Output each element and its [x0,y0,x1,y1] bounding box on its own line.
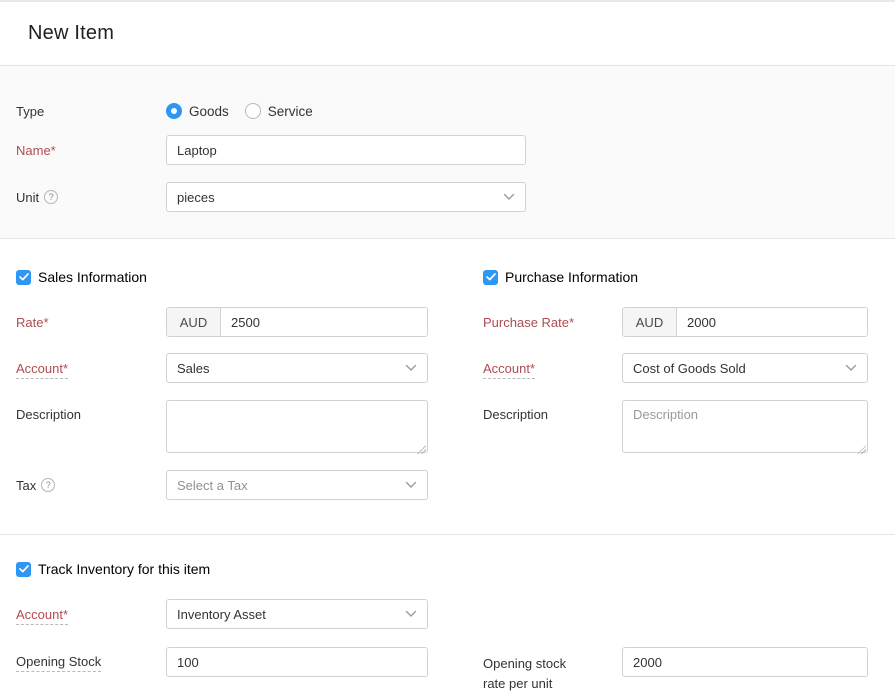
unit-label: Unit ? [16,190,166,205]
sales-rate-label: Rate* [16,315,166,330]
opening-stock-label: Opening Stock [16,647,166,669]
page-header: New Item [0,2,895,66]
page-title: New Item [28,22,114,45]
purchase-column: Purchase Information Purchase Rate* AUD … [483,267,868,534]
inventory-account-value: Inventory Asset [177,607,266,622]
opening-stock-rate-label: Opening stock rate per unit [483,647,622,694]
inventory-account-label: Account* [16,607,166,622]
sales-column: Sales Information Rate* AUD Account* Sal… [16,267,428,534]
purchase-account-value: Cost of Goods Sold [633,361,746,376]
sales-info-checkbox[interactable] [16,270,31,285]
tax-select[interactable]: Select a Tax [166,470,428,500]
chevron-down-icon [845,364,857,372]
radio-option-service[interactable]: Service [245,103,313,119]
unit-select-value: pieces [177,190,215,205]
purchase-account-label: Account* [483,361,622,376]
purchase-rate-label: Purchase Rate* [483,315,622,330]
sales-purchase-section: Sales Information Rate* AUD Account* Sal… [0,239,895,534]
sales-account-value: Sales [177,361,210,376]
purchase-description-label: Description [483,400,622,422]
unit-help-icon[interactable]: ? [44,190,58,204]
sales-account-select[interactable]: Sales [166,353,428,383]
purchase-info-checkbox[interactable] [483,270,498,285]
inventory-account-select[interactable]: Inventory Asset [166,599,428,629]
sales-currency-prefix: AUD [167,308,221,336]
chevron-down-icon [405,610,417,618]
sales-description-textarea[interactable] [166,400,428,453]
chevron-down-icon [503,193,515,201]
tax-select-placeholder: Select a Tax [177,478,248,493]
purchase-description-textarea[interactable] [622,400,868,453]
column-gap [428,267,483,534]
tax-help-icon[interactable]: ? [41,478,55,492]
track-inventory-title: Track Inventory for this item [38,561,210,577]
radio-goods-label: Goods [189,104,229,119]
sales-description-label: Description [16,400,166,422]
chevron-down-icon [405,364,417,372]
chevron-down-icon [405,481,417,489]
radio-option-goods[interactable]: Goods [166,103,229,119]
radio-unselected-icon[interactable] [245,103,261,119]
track-inventory-checkbox[interactable] [16,562,31,577]
sales-info-title: Sales Information [38,269,147,285]
opening-stock-rate-input[interactable] [622,647,868,677]
sales-account-label: Account* [16,361,166,376]
purchase-info-title: Purchase Information [505,269,638,285]
basic-info-section: Type Goods Service Name* Unit ? [0,66,895,239]
unit-select[interactable]: pieces [166,182,526,212]
resize-handle-icon[interactable] [417,445,426,454]
type-label: Type [16,104,166,119]
sales-rate-field: AUD [166,307,428,337]
radio-selected-icon[interactable] [166,103,182,119]
tax-label: Tax ? [16,478,166,493]
name-label: Name* [16,143,166,158]
resize-handle-icon[interactable] [857,445,866,454]
purchase-rate-field: AUD [622,307,868,337]
inventory-section: Track Inventory for this item Account* I… [0,534,895,694]
new-item-form-page: New Item Type Goods Service Name* Uni [0,0,895,700]
sales-rate-input[interactable] [221,308,427,336]
opening-stock-input[interactable] [166,647,428,677]
item-type-radio-group: Goods Service [166,103,313,119]
name-input[interactable] [166,135,526,165]
purchase-rate-input[interactable] [677,308,868,336]
purchase-currency-prefix: AUD [623,308,677,336]
purchase-account-select[interactable]: Cost of Goods Sold [622,353,868,383]
radio-service-label: Service [268,104,313,119]
